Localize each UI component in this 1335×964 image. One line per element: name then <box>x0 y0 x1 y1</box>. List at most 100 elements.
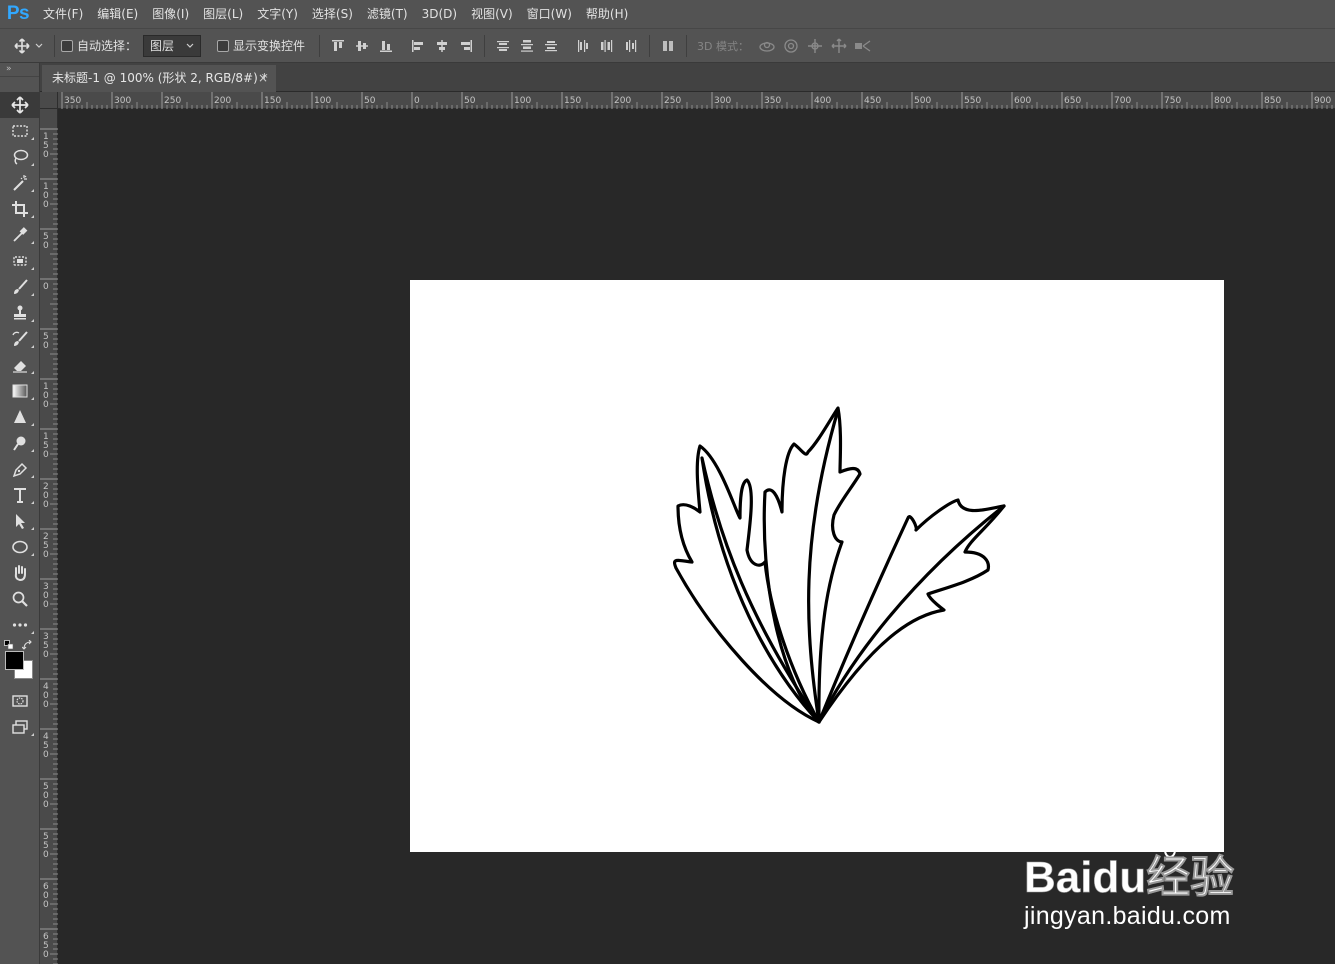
align-right-button[interactable] <box>454 34 478 58</box>
3d-scale-icon <box>855 39 871 52</box>
distribute-bottom-button[interactable] <box>539 34 563 58</box>
move-tool-preset-button[interactable] <box>10 34 48 58</box>
tool-brush[interactable] <box>0 274 40 300</box>
tool-move[interactable] <box>0 92 40 118</box>
align-left-button[interactable] <box>406 34 430 58</box>
align-left-icon <box>412 39 424 52</box>
tool-eyedropper[interactable] <box>0 222 40 248</box>
tool-ellipse[interactable] <box>0 534 40 560</box>
pen-icon <box>12 462 28 478</box>
align-vcenter-button[interactable] <box>350 34 374 58</box>
tool-more[interactable] <box>0 612 40 638</box>
3d-scale-button[interactable] <box>851 34 875 58</box>
menu-select[interactable]: 选择(S) <box>305 0 360 28</box>
foreground-color-swatch[interactable] <box>5 651 24 670</box>
tool-crop[interactable] <box>0 196 40 222</box>
tool-healing-brush[interactable] <box>0 248 40 274</box>
tool-eraser[interactable] <box>0 352 40 378</box>
align-bottom-button[interactable] <box>374 34 398 58</box>
eraser-icon <box>13 361 27 373</box>
healing-brush-icon <box>13 256 27 266</box>
tool-path-selection[interactable] <box>0 508 40 534</box>
auto-select-target-value: 图层 <box>150 39 175 53</box>
tool-history-brush[interactable] <box>0 326 40 352</box>
auto-align-layers-button[interactable] <box>656 34 680 58</box>
menu-window[interactable]: 窗口(W) <box>520 0 579 28</box>
tool-gradient[interactable] <box>0 378 40 404</box>
menu-help[interactable]: 帮助(H) <box>579 0 635 28</box>
tools-panel: » <box>0 63 40 964</box>
menu-type[interactable]: 文字(Y) <box>250 0 305 28</box>
3d-pan-button[interactable] <box>803 34 827 58</box>
menu-3d[interactable]: 3D(D) <box>415 0 464 28</box>
ruler-label: 750 <box>1164 96 1181 106</box>
tool-magic-wand[interactable] <box>0 170 40 196</box>
document-tab-bar: 未标题-1 @ 100% (形状 2, RGB/8#) * × <box>40 63 1335 92</box>
show-transform-label: 显示变换控件 <box>233 39 306 53</box>
tool-marquee[interactable] <box>0 118 40 144</box>
tool-blur[interactable] <box>0 404 40 430</box>
screen-mode-button[interactable] <box>0 714 40 740</box>
ruler-label: 0 <box>43 750 49 760</box>
distribute-right-button[interactable] <box>619 34 643 58</box>
document-canvas[interactable] <box>410 280 1224 852</box>
separator <box>319 34 321 57</box>
dodge-icon <box>13 436 26 451</box>
align-right-icon <box>461 39 473 52</box>
distribute-top-button[interactable] <box>491 34 515 58</box>
tool-type[interactable] <box>0 482 40 508</box>
ruler-label: 0 <box>43 550 49 560</box>
ruler-label: 50 <box>464 96 476 106</box>
ruler-label: 250 <box>164 96 181 106</box>
align-bottom-icon <box>380 40 393 52</box>
lasso-icon <box>13 149 29 165</box>
align-hcenter-button[interactable] <box>430 34 454 58</box>
3d-slide-button[interactable] <box>827 34 851 58</box>
distribute-left-button[interactable] <box>571 34 595 58</box>
distribute-vcenter-button[interactable] <box>515 34 539 58</box>
auto-select-target-dropdown[interactable]: 图层 <box>143 34 202 57</box>
separator <box>686 34 688 57</box>
separator <box>484 34 486 57</box>
quick-mask-button[interactable] <box>0 688 40 714</box>
panel-collapse-handle[interactable]: » <box>0 63 39 77</box>
menu-layer[interactable]: 图层(L) <box>196 0 250 28</box>
tool-pen[interactable] <box>0 456 40 482</box>
default-colors-icon[interactable] <box>4 640 14 650</box>
more-icon <box>12 623 28 627</box>
horizontal-ruler[interactable]: 350 300 250 200 150 100 50 0 50 100 150 200 250 300 35… <box>58 92 1335 109</box>
tool-clone-stamp[interactable] <box>0 300 40 326</box>
vertical-ruler[interactable]: 1501005005010015020025030035040045050055… <box>40 109 58 964</box>
tool-lasso[interactable] <box>0 144 40 170</box>
tool-zoom[interactable] <box>0 586 40 612</box>
menu-image[interactable]: 图像(I) <box>145 0 196 28</box>
watermark-url: jingyan.baidu.com <box>1024 902 1231 930</box>
tool-dodge[interactable] <box>0 430 40 456</box>
show-transform-checkbox[interactable] <box>217 39 230 52</box>
ruler-label: 800 <box>1214 96 1231 106</box>
menu-filter[interactable]: 滤镜(T) <box>360 0 415 28</box>
menu-bar: Ps 文件(F) 编辑(E) 图像(I) 图层(L) 文字(Y) 选择(S) 滤… <box>0 0 1335 28</box>
brush-icon <box>14 279 28 294</box>
3d-roll-button[interactable] <box>779 34 803 58</box>
3d-orbit-button[interactable] <box>755 34 779 58</box>
menu-file[interactable]: 文件(F) <box>36 0 90 28</box>
distribute-bottom-icon <box>545 40 558 51</box>
distribute-hcenter-button[interactable] <box>595 34 619 58</box>
auto-select-checkbox[interactable] <box>61 39 73 52</box>
ruler-origin[interactable] <box>40 92 58 109</box>
ruler-label: 850 <box>1264 96 1281 106</box>
align-top-button[interactable] <box>326 34 350 58</box>
close-icon[interactable]: × <box>258 65 268 92</box>
align-vertical-center-icon <box>356 40 369 51</box>
ruler-label: 650 <box>1064 96 1081 106</box>
menu-edit[interactable]: 编辑(E) <box>90 0 145 28</box>
menu-view[interactable]: 视图(V) <box>464 0 520 28</box>
leaf-shape-left <box>672 444 821 724</box>
ellipse-icon <box>12 540 28 554</box>
auto-align-icon <box>663 40 674 51</box>
tool-hand[interactable] <box>0 560 40 586</box>
document-tab[interactable]: 未标题-1 @ 100% (形状 2, RGB/8#) * × <box>42 65 276 92</box>
ruler-label: 0 <box>43 950 49 960</box>
ruler-label: 0 <box>43 450 49 460</box>
